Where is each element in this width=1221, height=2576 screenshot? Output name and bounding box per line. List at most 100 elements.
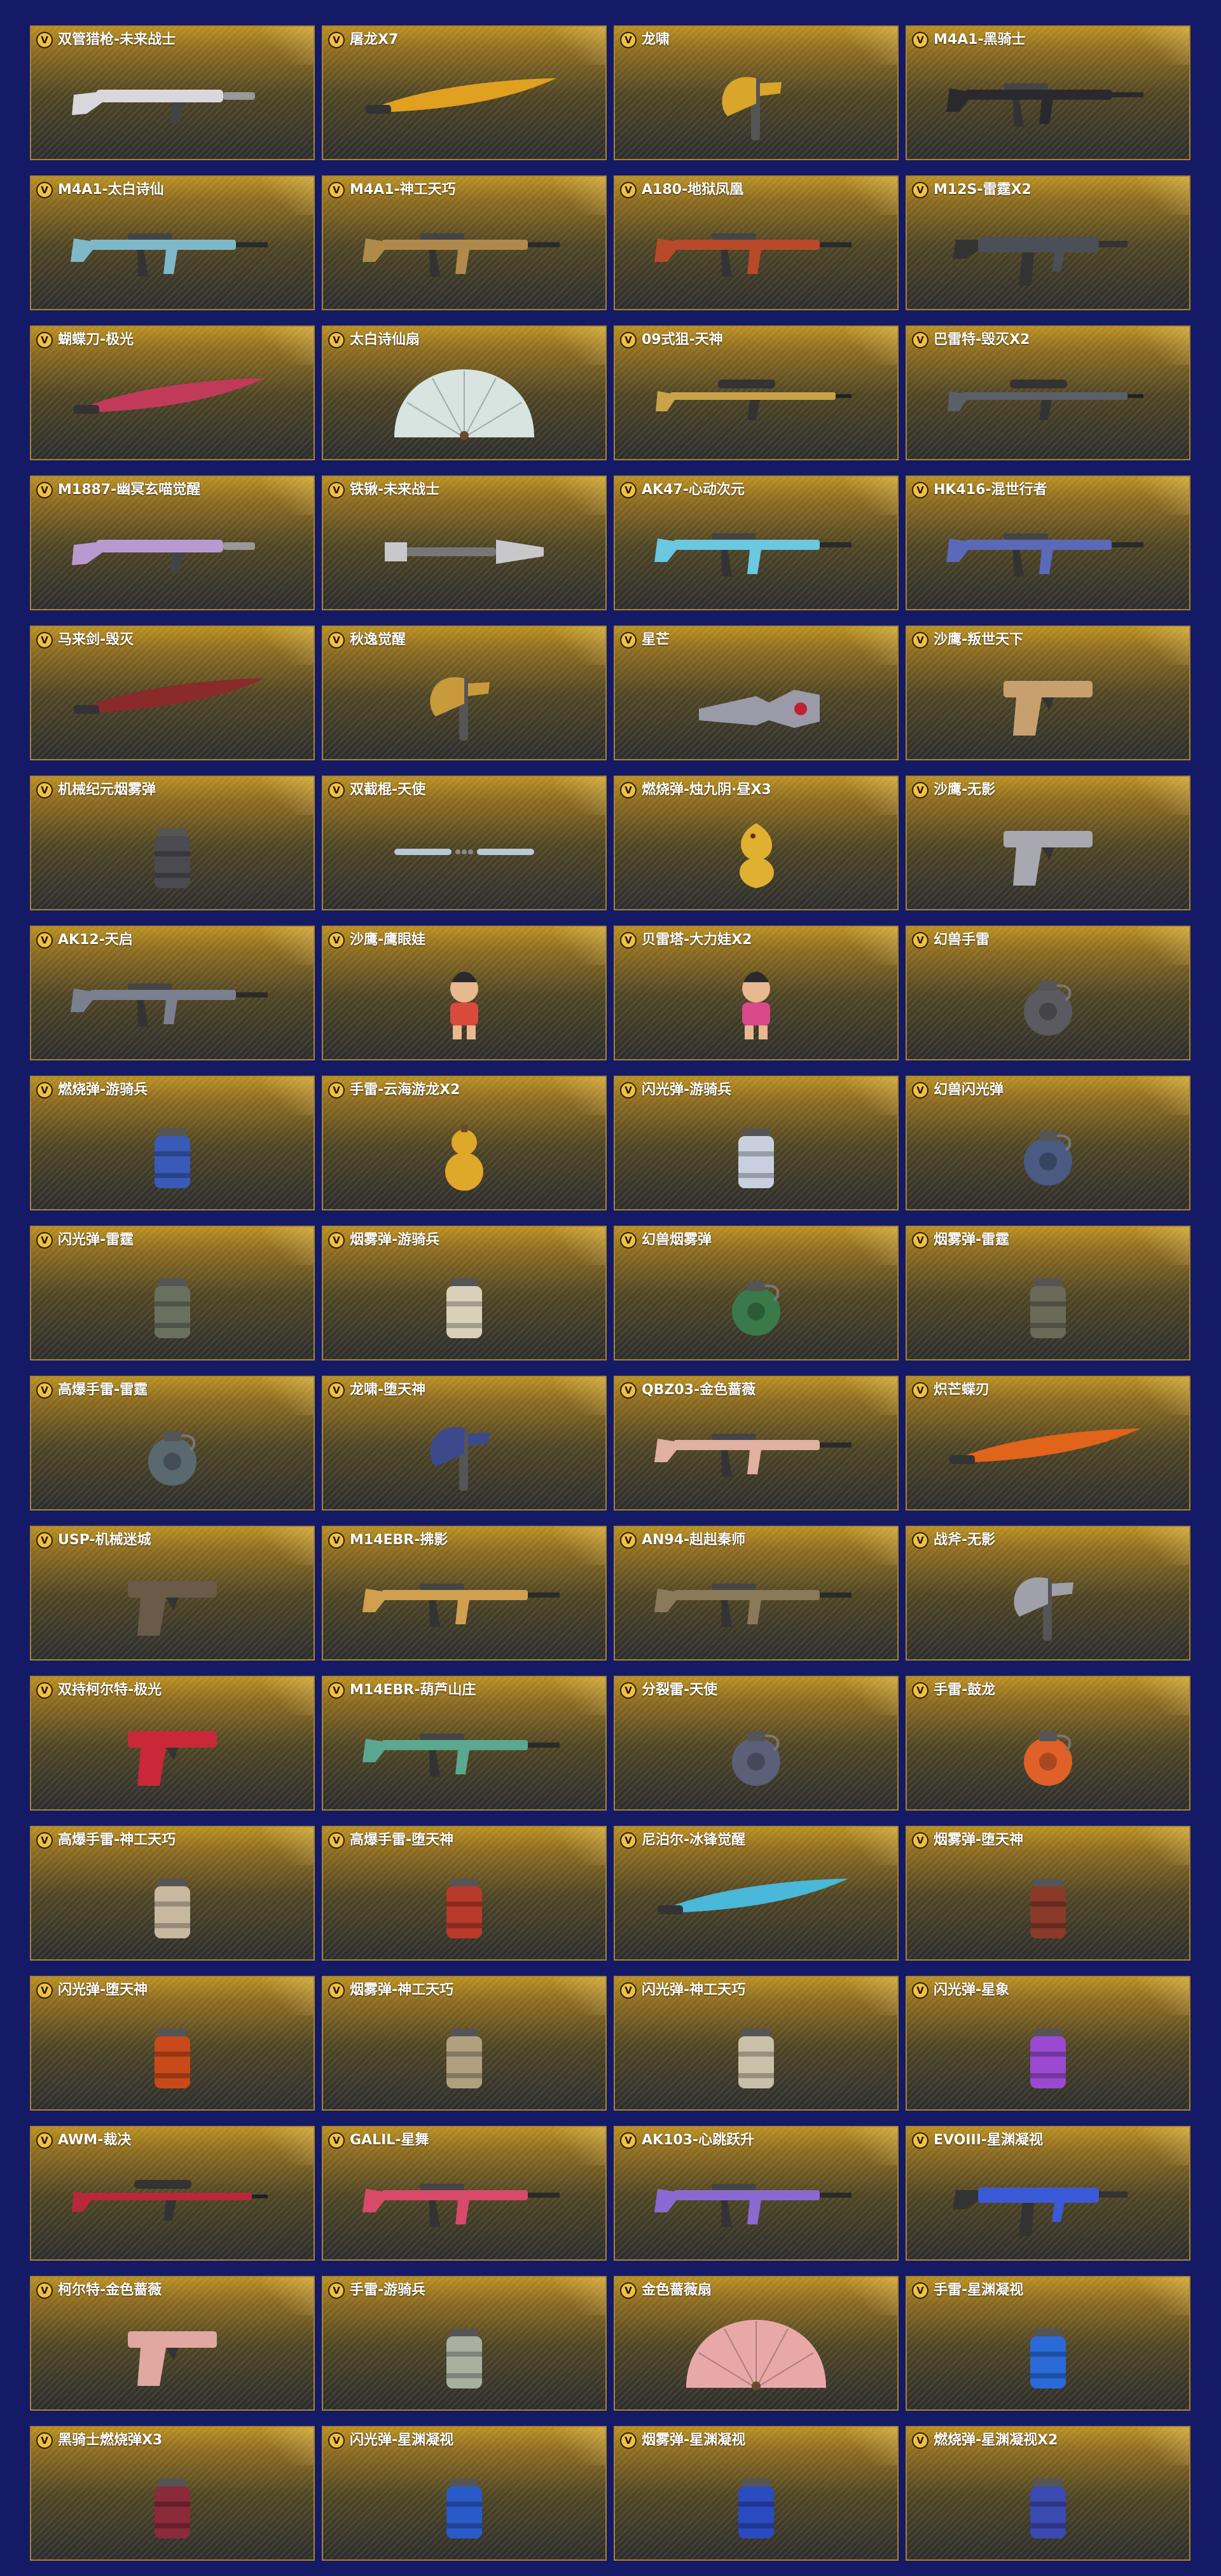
item-card[interactable]: V 分裂雷-天使 bbox=[614, 1676, 899, 1811]
item-card[interactable]: V 马来剑-毁灭 bbox=[30, 626, 315, 760]
item-card[interactable]: V HK416-混世行者 bbox=[906, 476, 1190, 610]
item-card[interactable]: V 黑骑士燃烧弹X3 bbox=[30, 2426, 315, 2561]
item-card[interactable]: V 燃烧弹-星渊凝视X2 bbox=[906, 2426, 1190, 2561]
item-card[interactable]: V M1887-幽冥玄喵觉醒 bbox=[30, 476, 315, 610]
vip-badge-icon: V bbox=[36, 1082, 53, 1099]
item-card[interactable]: V 沙鹰-无影 bbox=[906, 776, 1190, 910]
item-card[interactable]: V 星芒 bbox=[614, 626, 899, 760]
item-card[interactable]: V AK103-心跳跃升 bbox=[614, 2126, 899, 2261]
canister-icon bbox=[323, 2303, 605, 2409]
item-name: 高爆手雷-雷霆 bbox=[58, 1382, 148, 1398]
item-card[interactable]: V 双持柯尔特-极光 bbox=[30, 1676, 315, 1811]
item-card[interactable]: V 烟雾弹-雷霆 bbox=[906, 1226, 1190, 1360]
item-card[interactable]: V 手雷-鼓龙 bbox=[906, 1676, 1190, 1811]
item-card[interactable]: V 烟雾弹-堕天神 bbox=[906, 1826, 1190, 1961]
item-card[interactable]: V A180-地狱凤凰 bbox=[614, 175, 899, 310]
item-card[interactable]: V 烟雾弹-星渊凝视 bbox=[614, 2426, 899, 2561]
item-card[interactable]: V EVOIII-星渊凝视 bbox=[906, 2126, 1190, 2261]
item-card[interactable]: V 金色蔷薇扇 bbox=[614, 2276, 899, 2411]
item-card[interactable]: V 燃烧弹-游骑兵 bbox=[30, 1076, 315, 1210]
item-card[interactable]: V 高爆手雷-神工天巧 bbox=[30, 1826, 315, 1961]
item-card[interactable]: V 柯尔特-金色蔷薇 bbox=[30, 2276, 315, 2411]
item-card[interactable]: V 手雷-云海游龙X2 bbox=[322, 1076, 607, 1210]
canister-icon bbox=[907, 2003, 1189, 2109]
item-card[interactable]: V 幻兽烟雾弹 bbox=[614, 1226, 899, 1360]
item-name: 贝雷塔-大力娃X2 bbox=[642, 932, 752, 948]
item-card[interactable]: V 双截棍-天使 bbox=[322, 776, 607, 910]
item-card[interactable]: V QBZ03-金色蔷薇 bbox=[614, 1376, 899, 1511]
item-card[interactable]: V M12S-雷霆X2 bbox=[906, 175, 1190, 310]
item-card[interactable]: V 巴雷特-毁灭X2 bbox=[906, 325, 1190, 460]
item-name: 闪光弹-神工天巧 bbox=[642, 1982, 746, 1998]
item-card[interactable]: V 闪光弹-游骑兵 bbox=[614, 1076, 899, 1210]
item-card[interactable]: V M14EBR-葫芦山庄 bbox=[322, 1676, 607, 1811]
vip-badge-icon: V bbox=[912, 1382, 928, 1399]
item-card[interactable]: V 贝雷塔-大力娃X2 bbox=[614, 926, 899, 1060]
item-card[interactable]: V M4A1-神工天巧 bbox=[322, 175, 607, 310]
grenade-icon bbox=[31, 1402, 314, 1509]
item-card[interactable]: V 太白诗仙扇 bbox=[322, 325, 607, 460]
item-name: 秋逸觉醒 bbox=[350, 632, 406, 648]
item-card[interactable]: V 沙鹰-叛世天下 bbox=[906, 626, 1190, 760]
item-card[interactable]: V 烟雾弹-游骑兵 bbox=[322, 1226, 607, 1360]
item-card[interactable]: V M4A1-太白诗仙 bbox=[30, 175, 315, 310]
item-card[interactable]: V 手雷-游骑兵 bbox=[322, 2276, 607, 2411]
vip-badge-icon: V bbox=[620, 782, 637, 798]
rifle-icon bbox=[615, 2153, 897, 2259]
item-name: M14EBR-葫芦山庄 bbox=[350, 1682, 476, 1698]
fan-icon bbox=[323, 352, 605, 459]
item-card[interactable]: V 幻兽闪光弹 bbox=[906, 1076, 1190, 1210]
item-card[interactable]: V GALIL-星舞 bbox=[322, 2126, 607, 2261]
item-card[interactable]: V 秋逸觉醒 bbox=[322, 626, 607, 760]
gauntlet-icon bbox=[615, 652, 897, 759]
canister-icon bbox=[323, 1252, 605, 1359]
item-name: 幻兽烟雾弹 bbox=[642, 1232, 712, 1248]
item-name: AWM-裁决 bbox=[58, 2132, 132, 2148]
item-card[interactable]: V 幻兽手雷 bbox=[906, 926, 1190, 1060]
item-card[interactable]: V M4A1-黑骑士 bbox=[906, 25, 1190, 160]
item-card[interactable]: V 沙鹰-鹰眼娃 bbox=[322, 926, 607, 1060]
item-name: 机械纪元烟雾弹 bbox=[58, 782, 156, 798]
item-card[interactable]: V 铁锹-未来战士 bbox=[322, 476, 607, 610]
item-card[interactable]: V 战斧-无影 bbox=[906, 1526, 1190, 1661]
item-card[interactable]: V 屠龙X7 bbox=[322, 25, 607, 160]
item-name: 手雷-游骑兵 bbox=[350, 2282, 426, 2298]
item-card[interactable]: V 闪光弹-神工天巧 bbox=[614, 1976, 899, 2111]
item-name: 烟雾弹-雷霆 bbox=[934, 1232, 1010, 1248]
item-card[interactable]: V 手雷-星渊凝视 bbox=[906, 2276, 1190, 2411]
item-card[interactable]: V 蝴蝶刀-极光 bbox=[30, 325, 315, 460]
item-card[interactable]: V 炽芒蝶刃 bbox=[906, 1376, 1190, 1511]
item-card[interactable]: V AN94-赳赳秦师 bbox=[614, 1526, 899, 1661]
item-card[interactable]: V 闪光弹-雷霆 bbox=[30, 1226, 315, 1360]
item-card[interactable]: V 闪光弹-星渊凝视 bbox=[322, 2426, 607, 2561]
item-card[interactable]: V 机械纪元烟雾弹 bbox=[30, 776, 315, 910]
item-card[interactable]: V 高爆手雷-堕天神 bbox=[322, 1826, 607, 1961]
item-card[interactable]: V 双管猎枪-未来战士 bbox=[30, 25, 315, 160]
item-card[interactable]: V 尼泊尔-冰锋觉醒 bbox=[614, 1826, 899, 1961]
item-name: 双管猎枪-未来战士 bbox=[58, 32, 176, 48]
canister-icon bbox=[615, 2453, 897, 2559]
item-card[interactable]: V 燃烧弹-烛九阴·昼X3 bbox=[614, 776, 899, 910]
item-card[interactable]: V 龙啸 bbox=[614, 25, 899, 160]
vip-badge-icon: V bbox=[328, 782, 345, 798]
item-card[interactable]: V 龙啸-堕天神 bbox=[322, 1376, 607, 1511]
canister-icon bbox=[615, 1102, 897, 1209]
item-card[interactable]: V USP-机械迷城 bbox=[30, 1526, 315, 1661]
vip-badge-icon: V bbox=[328, 2132, 345, 2149]
item-card[interactable]: V AK47-心动次元 bbox=[614, 476, 899, 610]
item-card[interactable]: V AK12-天启 bbox=[30, 926, 315, 1060]
item-card[interactable]: V 高爆手雷-雷霆 bbox=[30, 1376, 315, 1511]
item-card[interactable]: V 闪光弹-星象 bbox=[906, 1976, 1190, 2111]
item-card[interactable]: V AWM-裁决 bbox=[30, 2126, 315, 2261]
canister-icon bbox=[31, 2003, 314, 2109]
item-name: 烟雾弹-神工天巧 bbox=[350, 1982, 454, 1998]
item-name: 燃烧弹-游骑兵 bbox=[58, 1082, 148, 1098]
vip-badge-icon: V bbox=[36, 1982, 53, 1999]
item-card[interactable]: V 烟雾弹-神工天巧 bbox=[322, 1976, 607, 2111]
item-name: 手雷-云海游龙X2 bbox=[350, 1082, 460, 1098]
item-card[interactable]: V M14EBR-拂影 bbox=[322, 1526, 607, 1661]
vip-badge-icon: V bbox=[36, 1682, 53, 1699]
item-card[interactable]: V 闪光弹-堕天神 bbox=[30, 1976, 315, 2111]
item-card[interactable]: V 09式狙-天神 bbox=[614, 325, 899, 460]
item-name: 双持柯尔特-极光 bbox=[58, 1682, 162, 1698]
